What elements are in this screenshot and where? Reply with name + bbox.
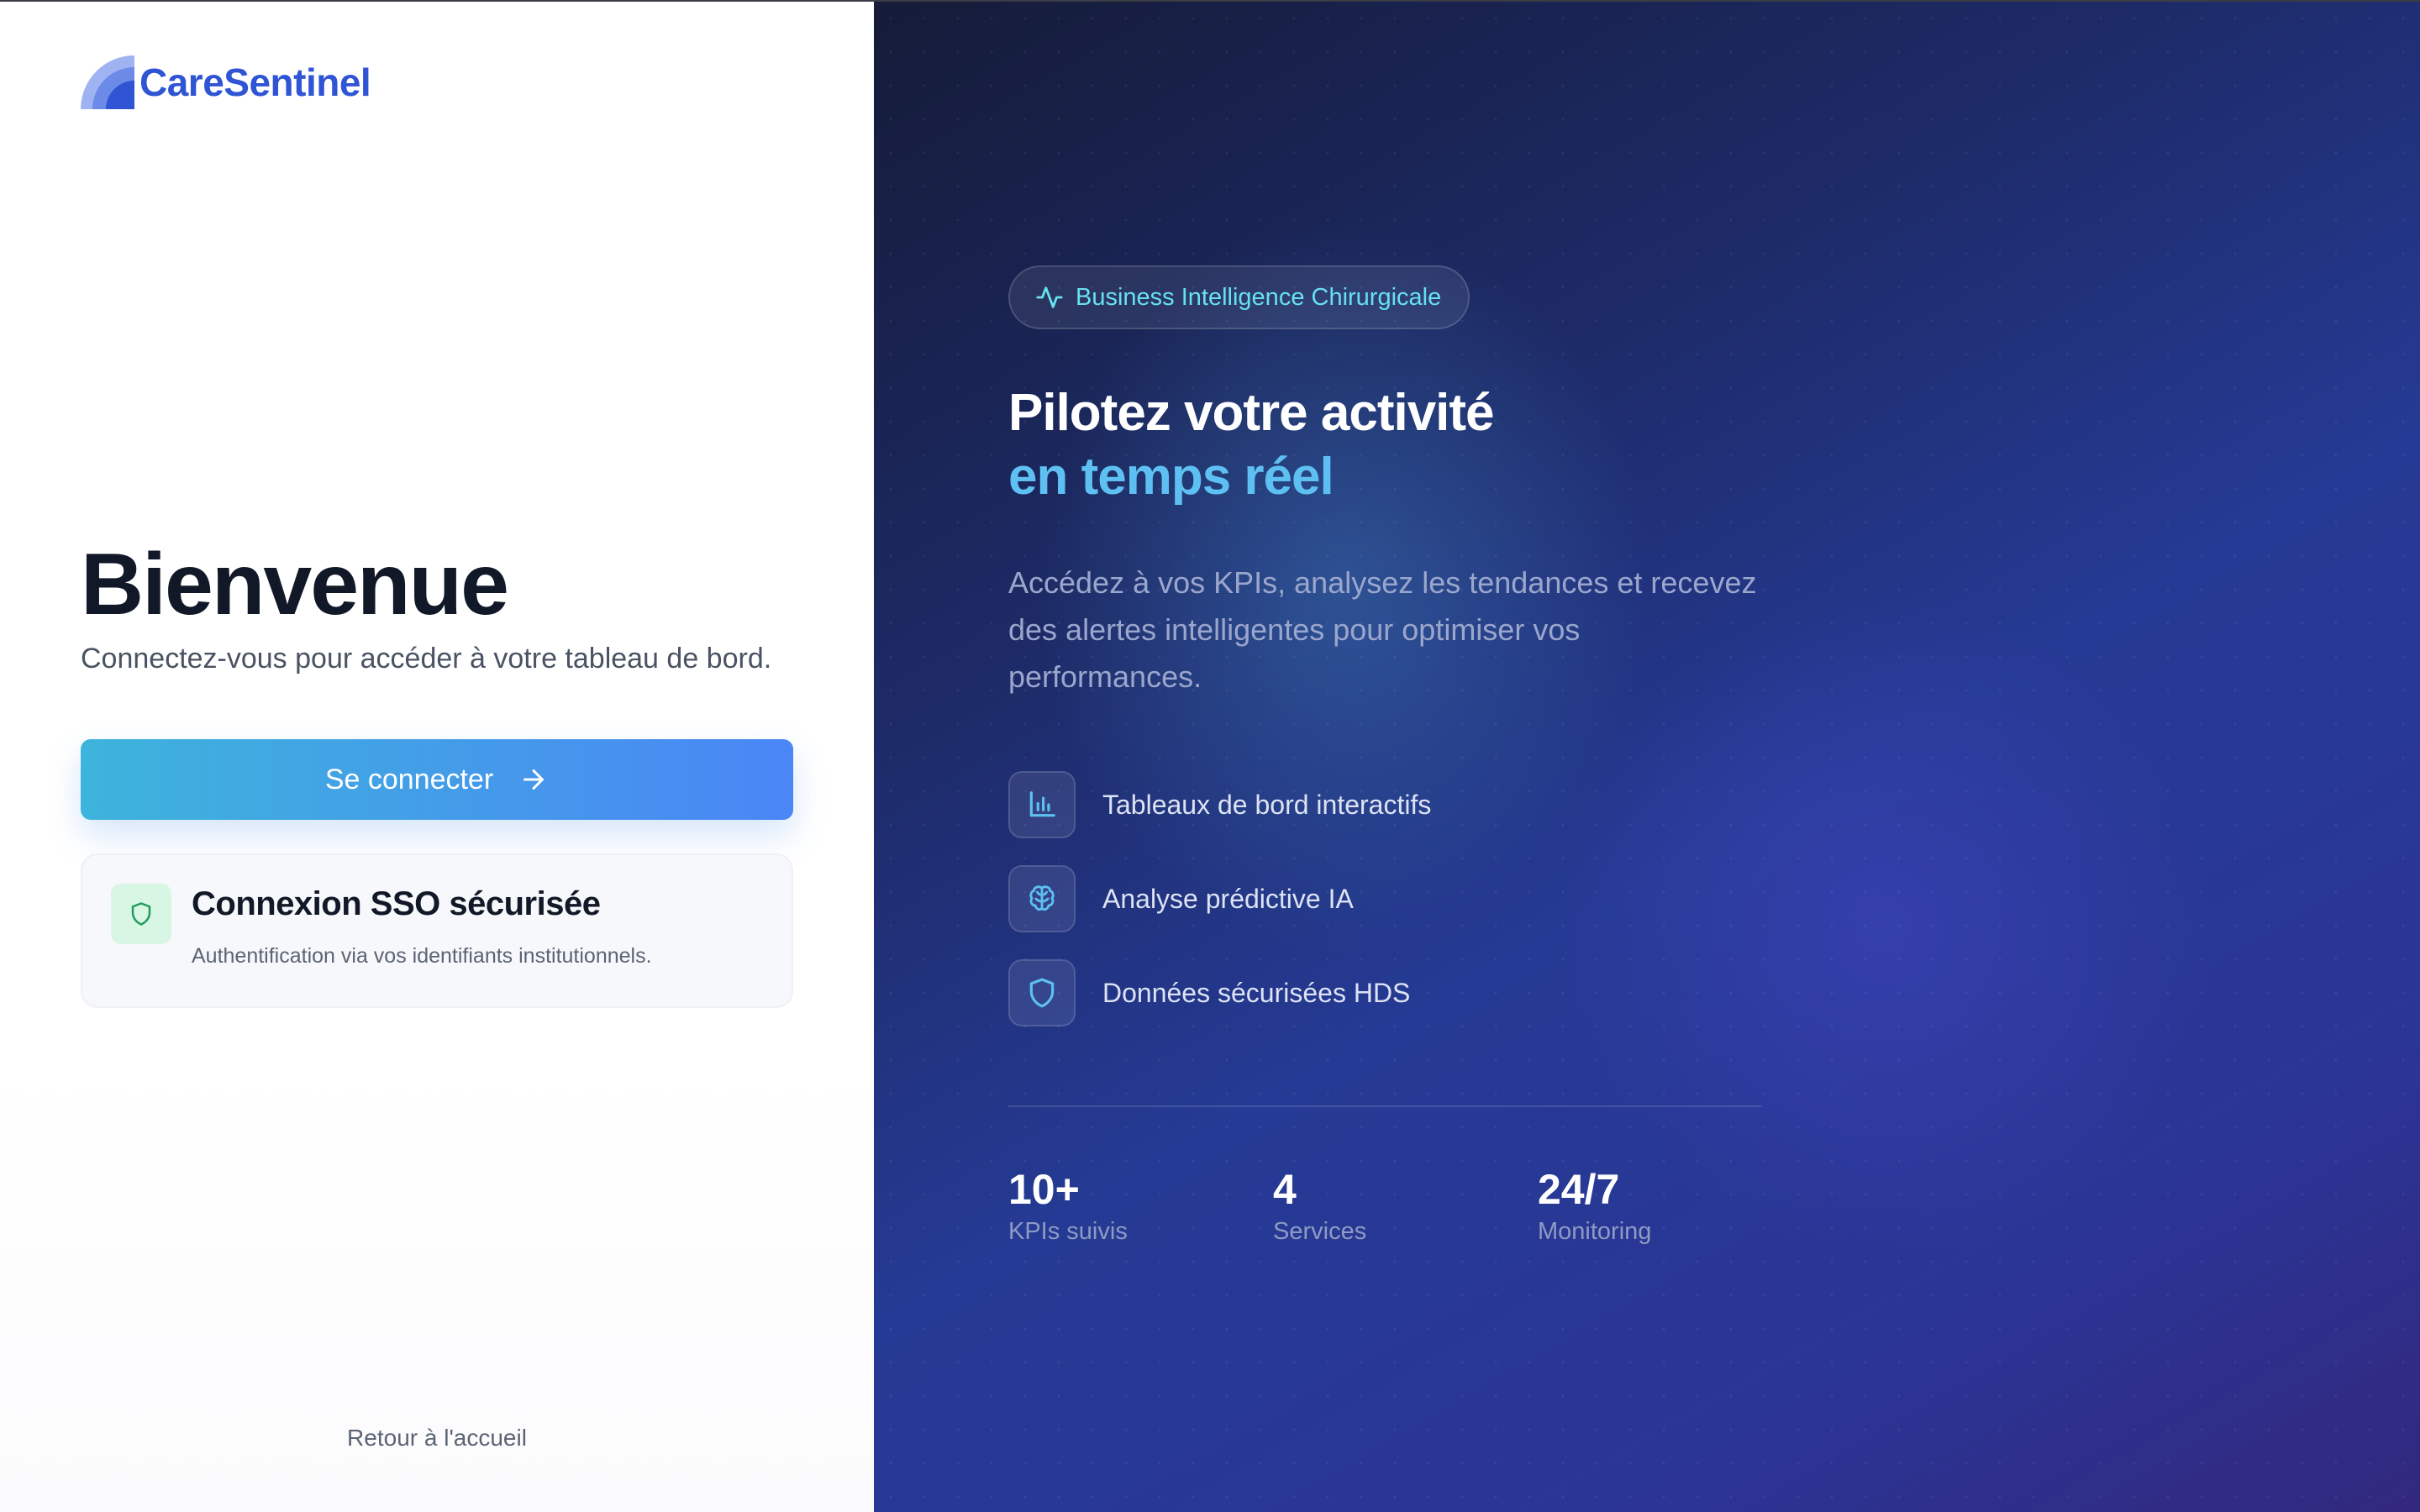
bar-chart-icon xyxy=(1029,791,1055,817)
brain-icon xyxy=(1029,885,1055,911)
brand-name: CareSentinel xyxy=(139,60,371,104)
stat-services: 4 Services xyxy=(1273,1164,1538,1246)
back-home-link[interactable]: Retour à l'accueil xyxy=(0,1425,874,1452)
hero-headline-line2: en temps réel xyxy=(1008,448,1334,506)
connect-button-label: Se connecter xyxy=(324,763,494,795)
hero-description: Accédez à vos KPIs, analysez les tendanc… xyxy=(1008,565,1757,694)
sso-description: Authentification via vos identifiants in… xyxy=(192,944,652,968)
hero-badge: Business Intelligence Chirurgicale xyxy=(1008,265,1470,329)
hero-badge-label: Business Intelligence Chirurgicale xyxy=(1076,283,1442,311)
stat-monitoring: 24/7 Monitoring xyxy=(1538,1164,1802,1246)
shield-icon xyxy=(1029,978,1055,1008)
sso-icon-badge xyxy=(111,884,171,944)
shield-icon xyxy=(131,902,151,926)
stat-kpis: 10+ KPIs suivis xyxy=(1008,1164,1273,1246)
brand-logo[interactable]: CareSentinel xyxy=(81,55,371,109)
stat-label: Monitoring xyxy=(1538,1218,1652,1245)
sso-title: Connexion SSO sécurisée xyxy=(192,885,601,922)
feature-item-security: Données sécurisées HDS xyxy=(1008,959,1431,1026)
stat-value: 10+ xyxy=(1008,1166,1080,1213)
page-title: Bienvenue xyxy=(81,536,509,633)
connect-button[interactable]: Se connecter xyxy=(81,739,793,820)
page-subtitle: Connectez-vous pour accéder à votre tabl… xyxy=(81,643,772,675)
hero-headline-line1: Pilotez votre activité xyxy=(1008,384,1495,442)
hero-panel: Business Intelligence Chirurgicale Pilot… xyxy=(874,2,2420,1512)
feature-list: Tableaux de bord interactifs Analyse pré… xyxy=(1008,771,1431,1053)
feature-item-dashboards: Tableaux de bord interactifs xyxy=(1008,771,1431,838)
activity-pulse-icon xyxy=(1036,286,1063,308)
feature-label: Tableaux de bord interactifs xyxy=(1102,789,1432,820)
stats-divider xyxy=(1008,1105,1761,1107)
feature-label: Analyse prédictive IA xyxy=(1102,883,1354,914)
sso-info-card: Connexion SSO sécurisée Authentification… xyxy=(81,853,793,1008)
hero-headline: Pilotez votre activité en temps réel xyxy=(1008,381,1495,509)
care-sentinel-logo-icon xyxy=(81,55,134,109)
stat-value: 24/7 xyxy=(1538,1166,1620,1213)
feature-label: Données sécurisées HDS xyxy=(1102,977,1411,1008)
feature-item-ai: Analyse prédictive IA xyxy=(1008,865,1431,932)
welcome-block: Bienvenue Connectez-vous pour accéder à … xyxy=(81,536,772,675)
arrow-right-icon xyxy=(523,769,544,790)
stat-label: Services xyxy=(1273,1218,1367,1245)
login-panel: CareSentinel Bienvenue Connectez-vous po… xyxy=(0,2,874,1512)
stat-label: KPIs suivis xyxy=(1008,1218,1128,1245)
stats-row: 10+ KPIs suivis 4 Services 24/7 Monitori… xyxy=(1008,1164,1802,1246)
stat-value: 4 xyxy=(1273,1166,1297,1213)
